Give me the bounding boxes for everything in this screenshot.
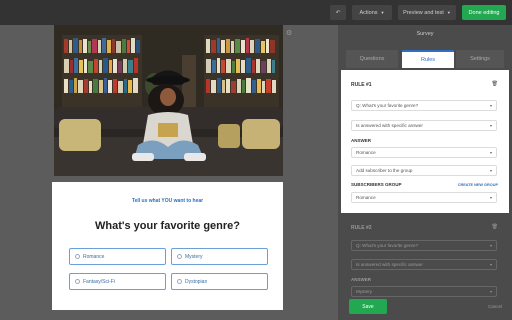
gear-icon[interactable]: ⚙ bbox=[286, 29, 292, 37]
chevron-down-icon: ▾ bbox=[489, 103, 492, 108]
actions-label: Actions bbox=[359, 9, 378, 16]
select-value: Romance bbox=[356, 195, 376, 200]
radio-icon bbox=[75, 254, 80, 259]
option-label: Dystopian bbox=[185, 278, 208, 285]
select-value: Add subscriber to the group bbox=[356, 168, 413, 173]
answer-label: ANSWER bbox=[351, 138, 371, 143]
action-select[interactable]: Add subscriber to the group ▾ bbox=[351, 165, 497, 176]
radio-icon bbox=[177, 279, 182, 284]
select-value: Q: What's your favorite genre? bbox=[356, 243, 419, 248]
answer-select[interactable]: Mystery ▾ bbox=[351, 286, 497, 297]
answer-option-dystopian[interactable]: Dystopian bbox=[171, 273, 268, 290]
chevron-down-icon: ▾ bbox=[489, 168, 492, 173]
select-value: Is answered with specific answer bbox=[356, 262, 423, 267]
option-label: Mystery bbox=[185, 253, 203, 260]
answer-select[interactable]: Romance ▾ bbox=[351, 147, 497, 158]
rule-title: RULE #2 bbox=[351, 225, 372, 231]
panel-tabs: Questions Rules Settings bbox=[346, 50, 504, 68]
trash-icon[interactable]: 🗑 bbox=[492, 224, 498, 230]
group-label: SUBSCRIBERS GROUP bbox=[351, 182, 402, 187]
tab-rules[interactable]: Rules bbox=[402, 50, 454, 68]
top-toolbar: ↶ Actions ▼ Preview and test ▼ Done edit… bbox=[0, 0, 512, 25]
chevron-down-icon: ▾ bbox=[489, 289, 492, 294]
radio-icon bbox=[75, 279, 80, 284]
survey-card: Tell us what YOU want to hear What's you… bbox=[52, 182, 283, 310]
answer-option-mystery[interactable]: Mystery bbox=[171, 248, 268, 265]
chevron-down-icon: ▾ bbox=[489, 262, 492, 267]
trash-icon[interactable]: 🗑 bbox=[492, 81, 498, 87]
chevron-down-icon: ▼ bbox=[380, 10, 385, 15]
select-value: Romance bbox=[356, 150, 376, 155]
survey-subtitle: Tell us what YOU want to hear bbox=[131, 198, 204, 204]
preview-dropdown[interactable]: Preview and test ▼ bbox=[398, 5, 456, 20]
rule-title: RULE #1 bbox=[351, 82, 372, 88]
tab-settings[interactable]: Settings bbox=[456, 50, 504, 68]
select-value: Is answered with specific answer bbox=[356, 123, 423, 128]
select-value: Mystery bbox=[356, 289, 373, 294]
reading-woman-image bbox=[54, 25, 283, 176]
save-button[interactable]: Save bbox=[349, 299, 387, 314]
condition-select[interactable]: Is answered with specific answer ▾ bbox=[351, 259, 497, 270]
chevron-down-icon: ▾ bbox=[489, 195, 492, 200]
preview-label: Preview and test bbox=[403, 9, 444, 16]
option-label: Fantasy/Sci-Fi bbox=[83, 278, 115, 285]
condition-select[interactable]: Is answered with specific answer ▾ bbox=[351, 120, 497, 131]
chevron-down-icon: ▾ bbox=[489, 123, 492, 128]
undo-button[interactable]: ↶ bbox=[330, 5, 346, 20]
radio-icon bbox=[177, 254, 182, 259]
tab-questions[interactable]: Questions bbox=[346, 50, 398, 68]
hero-photo bbox=[54, 25, 283, 176]
chevron-down-icon: ▾ bbox=[489, 150, 492, 155]
option-label: Romance bbox=[83, 253, 105, 260]
group-select[interactable]: Romance ▾ bbox=[351, 192, 497, 203]
survey-question: What's your favorite genre? bbox=[94, 220, 241, 232]
chevron-down-icon: ▼ bbox=[446, 10, 451, 15]
panel-title: Survey bbox=[416, 31, 434, 37]
question-select[interactable]: Q: What's your favorite genre? ▾ bbox=[351, 240, 497, 251]
rule-card-1: RULE #1 🗑 Q: What's your favorite genre?… bbox=[341, 70, 509, 213]
select-value: Q: What's your favorite genre? bbox=[356, 103, 419, 108]
cancel-link[interactable]: Cancel bbox=[488, 304, 502, 309]
chevron-down-icon: ▾ bbox=[489, 243, 492, 248]
question-select[interactable]: Q: What's your favorite genre? ▾ bbox=[351, 100, 497, 111]
done-editing-button[interactable]: Done editing bbox=[462, 5, 506, 20]
create-group-link[interactable]: CREATE NEW GROUP bbox=[458, 183, 498, 187]
answer-option-fantasy[interactable]: Fantasy/Sci-Fi bbox=[69, 273, 166, 290]
answer-label: ANSWER bbox=[351, 277, 371, 282]
actions-dropdown[interactable]: Actions ▼ bbox=[352, 5, 392, 20]
undo-icon: ↶ bbox=[335, 9, 341, 16]
answer-option-romance[interactable]: Romance bbox=[69, 248, 166, 265]
